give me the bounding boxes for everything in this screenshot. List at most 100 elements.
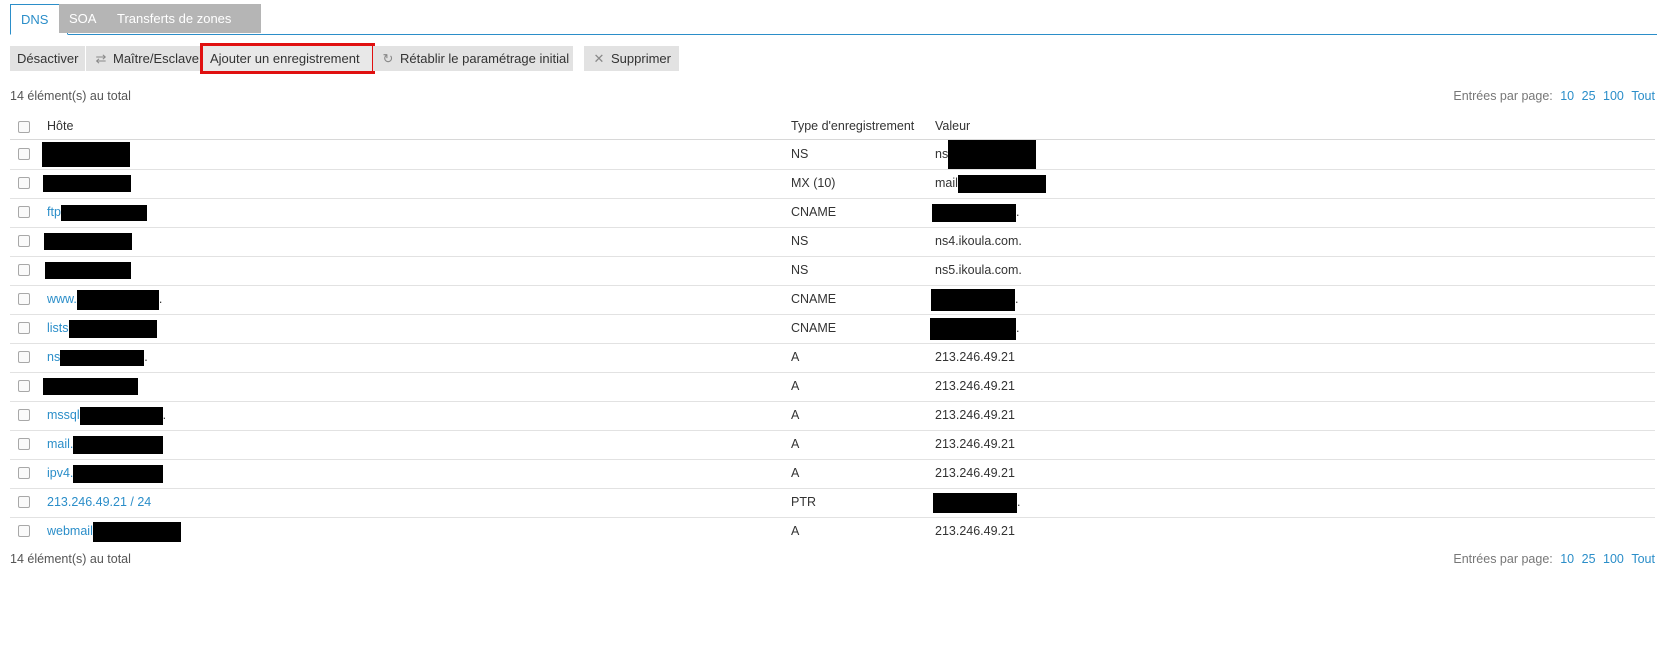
row-checkbox[interactable] bbox=[18, 264, 30, 276]
per-page-label: Entrées par page: bbox=[1453, 89, 1553, 103]
host-cell[interactable]: ipv4. bbox=[47, 459, 164, 487]
type-cell: MX (10) bbox=[791, 176, 836, 190]
type-cell: A bbox=[791, 350, 800, 364]
type-cell: A bbox=[791, 408, 800, 422]
row-checkbox[interactable] bbox=[18, 235, 30, 247]
host-cell[interactable]: mail. bbox=[47, 430, 164, 458]
table-row: www.. CNAME . bbox=[10, 285, 1655, 315]
column-host[interactable]: Hôte bbox=[47, 114, 73, 138]
tab-bar: DNS SOA Transferts de zones bbox=[10, 4, 1657, 35]
redacted-block bbox=[957, 174, 1046, 193]
value-cell: . bbox=[931, 285, 1018, 313]
refresh-icon: ↻ bbox=[382, 51, 394, 66]
type-cell: CNAME bbox=[791, 321, 837, 335]
row-checkbox[interactable] bbox=[18, 525, 30, 537]
delete-label: Supprimer bbox=[611, 51, 671, 66]
row-checkbox[interactable] bbox=[18, 380, 30, 392]
host-cell[interactable]: ns. bbox=[47, 343, 148, 371]
disable-button[interactable]: Désactiver bbox=[10, 46, 85, 71]
redacted-block bbox=[932, 203, 1016, 222]
row-checkbox[interactable] bbox=[18, 467, 30, 479]
redacted-block bbox=[60, 349, 145, 366]
host-cell[interactable] bbox=[45, 256, 131, 284]
per-page-top: Entrées par page: 10 25 100 Tout bbox=[1453, 89, 1655, 103]
per-page-10[interactable]: 10 bbox=[1560, 552, 1574, 566]
value-cell: ns bbox=[935, 140, 1037, 170]
row-checkbox[interactable] bbox=[18, 438, 30, 450]
table-row: ipv4. A 213.246.49.21 bbox=[10, 459, 1655, 489]
row-checkbox[interactable] bbox=[18, 409, 30, 421]
reset-button[interactable]: ↻ Rétablir le paramétrage initial bbox=[373, 46, 573, 71]
delete-button[interactable]: ✕ Supprimer bbox=[584, 46, 679, 71]
per-page-100[interactable]: 100 bbox=[1603, 552, 1624, 566]
table-row: A 213.246.49.21 bbox=[10, 372, 1655, 402]
row-checkbox[interactable] bbox=[18, 293, 30, 305]
row-checkbox[interactable] bbox=[18, 496, 30, 508]
row-checkbox[interactable] bbox=[18, 351, 30, 363]
host-cell[interactable]: lists bbox=[47, 314, 157, 342]
type-cell: A bbox=[791, 466, 800, 480]
host-cell[interactable]: www.. bbox=[47, 285, 162, 313]
host-cell[interactable] bbox=[43, 372, 138, 400]
column-value[interactable]: Valeur bbox=[935, 114, 970, 138]
select-all-checkbox[interactable] bbox=[18, 121, 30, 133]
value-cell: 213.246.49.21 bbox=[935, 379, 1015, 393]
per-page-all[interactable]: Tout bbox=[1631, 552, 1655, 566]
value-cell: 213.246.49.21 bbox=[935, 437, 1015, 451]
table-row: MX (10) mail bbox=[10, 169, 1655, 199]
type-cell: PTR bbox=[791, 495, 816, 509]
redacted-block bbox=[92, 521, 181, 542]
redacted-block bbox=[948, 140, 1037, 170]
total-count-top: 14 élément(s) au total bbox=[10, 89, 131, 103]
redacted-block bbox=[930, 317, 1016, 340]
column-type[interactable]: Type d'enregistrement bbox=[791, 114, 914, 138]
master-slave-button[interactable]: ⇄ Maître/Esclave bbox=[86, 46, 204, 71]
table-row: webmail A 213.246.49.21 bbox=[10, 517, 1655, 546]
value-cell: 213.246.49.21 bbox=[935, 466, 1015, 480]
type-cell: NS bbox=[791, 147, 809, 161]
type-cell: NS bbox=[791, 263, 809, 277]
tab-soa[interactable]: SOA bbox=[59, 4, 107, 33]
row-checkbox[interactable] bbox=[18, 322, 30, 334]
row-checkbox[interactable] bbox=[18, 148, 30, 160]
per-page-25[interactable]: 25 bbox=[1582, 552, 1596, 566]
host-cell[interactable] bbox=[44, 227, 132, 255]
per-page-25[interactable]: 25 bbox=[1582, 89, 1596, 103]
redacted-block bbox=[44, 233, 132, 251]
redacted-block bbox=[933, 492, 1017, 513]
host-cell[interactable]: ftp bbox=[47, 198, 147, 226]
table-row: mssql. A 213.246.49.21 bbox=[10, 401, 1655, 431]
type-cell: NS bbox=[791, 234, 809, 248]
host-cell[interactable] bbox=[42, 140, 130, 168]
table-row: 213.246.49.21 / 24 PTR . bbox=[10, 488, 1655, 518]
redacted-block bbox=[931, 288, 1015, 311]
row-checkbox[interactable] bbox=[18, 206, 30, 218]
redacted-block bbox=[42, 142, 130, 168]
redacted-block bbox=[76, 289, 159, 310]
redacted-block bbox=[79, 406, 163, 425]
type-cell: CNAME bbox=[791, 292, 837, 306]
type-cell: A bbox=[791, 379, 800, 393]
host-cell[interactable] bbox=[43, 169, 131, 197]
table-row: NS ns5.ikoula.com. bbox=[10, 256, 1655, 286]
value-cell: . bbox=[933, 488, 1020, 516]
per-page-all[interactable]: Tout bbox=[1631, 89, 1655, 103]
tab-zone-transfers[interactable]: Transferts de zones bbox=[107, 4, 261, 33]
table-row: lists CNAME . bbox=[10, 314, 1655, 344]
host-cell[interactable]: webmail bbox=[47, 517, 181, 545]
table-row: mail. A 213.246.49.21 bbox=[10, 430, 1655, 460]
redacted-block bbox=[60, 204, 147, 221]
host-cell[interactable]: 213.246.49.21 / 24 bbox=[47, 488, 151, 516]
add-record-button[interactable]: Ajouter un enregistrement bbox=[200, 43, 375, 74]
value-cell: . bbox=[932, 198, 1019, 226]
per-page-bottom: Entrées par page: 10 25 100 Tout bbox=[1453, 552, 1655, 566]
per-page-10[interactable]: 10 bbox=[1560, 89, 1574, 103]
redacted-block bbox=[43, 175, 131, 193]
type-cell: A bbox=[791, 437, 800, 451]
value-cell: ns5.ikoula.com. bbox=[935, 263, 1022, 277]
per-page-100[interactable]: 100 bbox=[1603, 89, 1624, 103]
row-checkbox[interactable] bbox=[18, 177, 30, 189]
reset-label: Rétablir le paramétrage initial bbox=[400, 51, 570, 66]
host-cell[interactable]: mssql. bbox=[47, 401, 166, 429]
disable-label: Désactiver bbox=[17, 51, 79, 66]
